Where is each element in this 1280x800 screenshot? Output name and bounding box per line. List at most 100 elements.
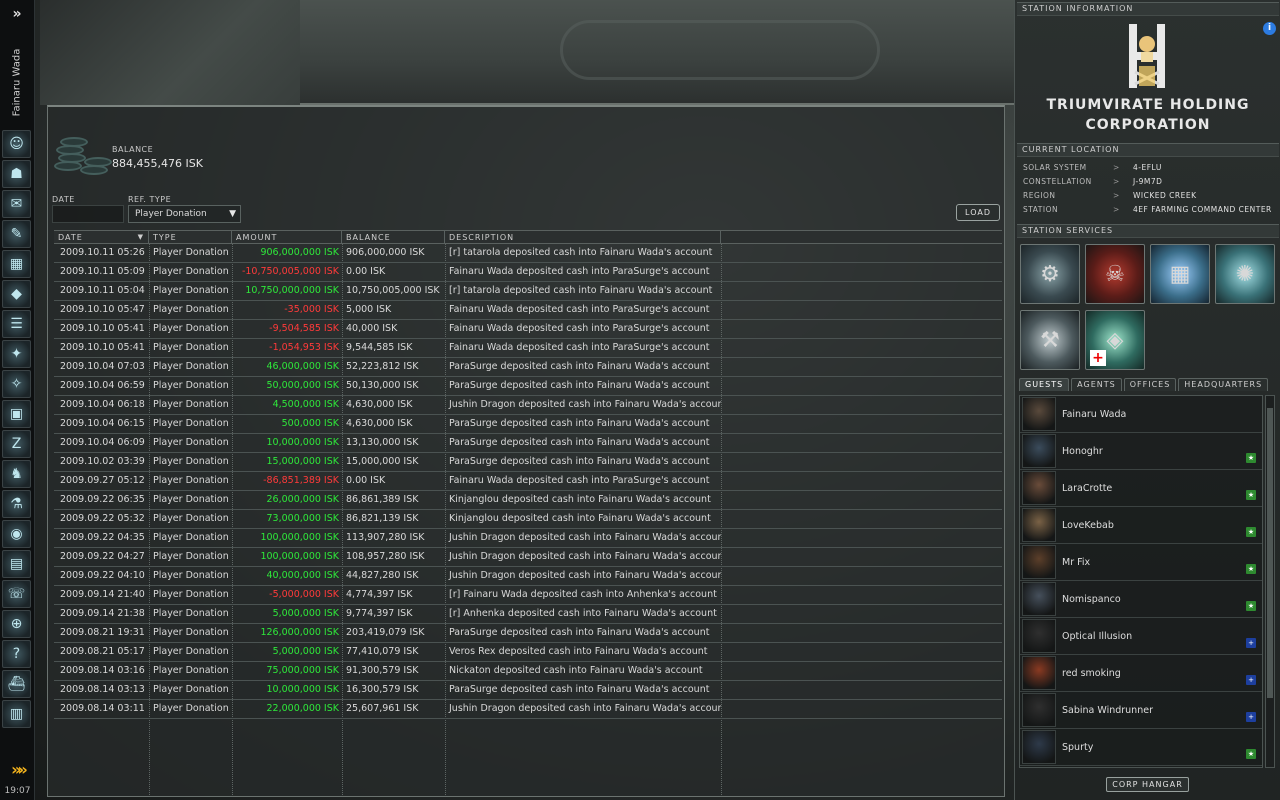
cell-amount: 500,000 ISK xyxy=(281,418,339,429)
reprocessing-service[interactable]: ✺ xyxy=(1215,244,1275,304)
table-row[interactable]: 2009.10.10 05:41 Player Donation -9,504,58… xyxy=(54,320,1002,339)
repair-shop-service[interactable]: ⚙ xyxy=(1020,244,1080,304)
assets-icon[interactable]: ▦ xyxy=(2,250,31,278)
table-row[interactable]: 2009.09.27 05:12 Player Donation -86,851,3… xyxy=(54,472,1002,491)
guest-row[interactable]: Nomispanco ★ xyxy=(1020,581,1262,618)
people-places-icon[interactable]: ☗ xyxy=(2,160,31,188)
location-value[interactable]: 4-EFLU xyxy=(1133,163,1162,177)
avatar[interactable] xyxy=(1022,397,1056,431)
location-value[interactable]: 4EF FARMING COMMAND CENTER xyxy=(1133,205,1272,219)
table-row[interactable]: 2009.09.14 21:38 Player Donation 5,000,000… xyxy=(54,605,1002,624)
medical-service[interactable]: ◈ + xyxy=(1085,310,1145,370)
table-row[interactable]: 2009.10.04 06:59 Player Donation 50,000,00… xyxy=(54,377,1002,396)
avatar[interactable] xyxy=(1022,619,1056,653)
table-row[interactable]: 2009.08.14 03:13 Player Donation 10,000,00… xyxy=(54,681,1002,700)
mail-icon[interactable]: ✉ xyxy=(2,190,31,218)
character-name-tab[interactable]: Fainaru Wada xyxy=(3,40,31,125)
guest-row[interactable]: Fainaru Wada xyxy=(1020,396,1262,433)
character-name: Fainaru Wada xyxy=(11,48,23,117)
location-value[interactable]: J-9M7D xyxy=(1133,177,1162,191)
table-row[interactable]: 2009.09.22 04:10 Player Donation 40,000,00… xyxy=(54,567,1002,586)
table-row[interactable]: 2009.08.21 19:31 Player Donation 126,000,0… xyxy=(54,624,1002,643)
table-row[interactable]: 2009.10.11 05:09 Player Donation -10,750,0… xyxy=(54,263,1002,282)
fitting-service[interactable]: ▦ xyxy=(1150,244,1210,304)
table-row[interactable]: 2009.10.04 06:18 Player Donation 4,500,000… xyxy=(54,396,1002,415)
notepad-icon[interactable]: ✎ xyxy=(2,220,31,248)
guest-row[interactable]: Honoghr ★ xyxy=(1020,433,1262,470)
info-icon[interactable]: i xyxy=(1263,22,1276,35)
table-row[interactable]: 2009.09.22 06:35 Player Donation 26,000,00… xyxy=(54,491,1002,510)
tab-guests[interactable]: GUESTS xyxy=(1019,378,1070,391)
skills-icon[interactable]: Z xyxy=(2,430,31,458)
guest-row[interactable]: Optical Illusion + xyxy=(1020,618,1262,655)
ref-type-select[interactable]: Player Donation ▼ xyxy=(128,205,241,223)
table-row[interactable]: 2009.09.22 04:27 Player Donation 100,000,0… xyxy=(54,548,1002,567)
guest-row[interactable]: Sabina Windrunner + xyxy=(1020,692,1262,729)
guest-row[interactable]: red smoking + xyxy=(1020,655,1262,692)
table-row[interactable]: 2009.08.14 03:16 Player Donation 75,000,00… xyxy=(54,662,1002,681)
ship-hangar-icon[interactable]: ⛴ xyxy=(2,670,31,698)
guest-row[interactable]: Spurty ★ xyxy=(1020,729,1262,766)
cloning-service[interactable]: ⚒ xyxy=(1020,310,1080,370)
avatar[interactable] xyxy=(1022,434,1056,468)
map-icon[interactable]: ✦ xyxy=(2,340,31,368)
corp-hangar-button[interactable]: CORP HANGAR xyxy=(1106,777,1189,792)
date-filter-input[interactable] xyxy=(52,205,124,223)
avatar[interactable] xyxy=(1022,656,1056,690)
table-row[interactable]: 2009.10.11 05:26 Player Donation 906,000,0… xyxy=(54,244,1002,263)
table-row[interactable]: 2009.10.02 03:39 Player Donation 15,000,00… xyxy=(54,453,1002,472)
avatar[interactable] xyxy=(1022,730,1056,764)
table-row[interactable]: 2009.10.10 05:41 Player Donation -1,054,95… xyxy=(54,339,1002,358)
scroll-thumb[interactable] xyxy=(1267,408,1273,698)
avatar[interactable] xyxy=(1022,693,1056,727)
tab-agents[interactable]: AGENTS xyxy=(1071,378,1122,391)
wallet-icon[interactable]: ◆ xyxy=(2,280,31,308)
load-button[interactable]: LOAD xyxy=(956,204,1000,221)
table-row[interactable]: 2009.10.11 05:04 Player Donation 10,750,00… xyxy=(54,282,1002,301)
table-row[interactable]: 2009.09.22 05:32 Player Donation 73,000,00… xyxy=(54,510,1002,529)
neocom-collapse-button[interactable]: » xyxy=(0,0,34,28)
avatar[interactable] xyxy=(1022,508,1056,542)
column-header-description[interactable]: DESCRIPTION xyxy=(445,231,721,243)
table-row[interactable]: 2009.08.14 03:11 Player Donation 22,000,00… xyxy=(54,700,1002,719)
table-row[interactable]: 2009.08.21 05:17 Player Donation 5,000,000… xyxy=(54,643,1002,662)
market-icon[interactable]: ▣ xyxy=(2,400,31,428)
tab-headquarters[interactable]: HEADQUARTERS xyxy=(1178,378,1269,391)
avatar[interactable] xyxy=(1022,545,1056,579)
table-row[interactable]: 2009.10.04 07:03 Player Donation 46,000,00… xyxy=(54,358,1002,377)
table-row[interactable]: 2009.10.04 06:15 Player Donation 500,000 I… xyxy=(54,415,1002,434)
science-icon[interactable]: ⚗ xyxy=(2,490,31,518)
table-row[interactable]: 2009.09.22 04:35 Player Donation 100,000,0… xyxy=(54,529,1002,548)
help-icon[interactable]: ? xyxy=(2,640,31,668)
column-header-balance[interactable]: BALANCE xyxy=(342,231,445,243)
character-sheet-icon[interactable]: ☺ xyxy=(2,130,31,158)
cell-type: Player Donation xyxy=(153,456,229,467)
browser-icon[interactable]: ⊕ xyxy=(2,610,31,638)
fitting-icon[interactable]: ♞ xyxy=(2,460,31,488)
guest-list-scrollbar[interactable] xyxy=(1265,395,1275,768)
table-row[interactable]: 2009.09.14 21:40 Player Donation -5,000,00… xyxy=(54,586,1002,605)
column-header-amount[interactable]: AMOUNT xyxy=(232,231,342,243)
contracts-icon[interactable]: ▤ xyxy=(2,550,31,578)
guest-row[interactable]: Mr Fix ★ xyxy=(1020,544,1262,581)
cell-balance: 25,607,961 ISK xyxy=(346,703,419,714)
column-header-type[interactable]: TYPE xyxy=(149,231,232,243)
corporation-icon[interactable]: ◉ xyxy=(2,520,31,548)
avatar[interactable] xyxy=(1022,582,1056,616)
tab-offices[interactable]: OFFICES xyxy=(1123,378,1177,391)
item-hangar-icon[interactable]: ▥ xyxy=(2,700,31,728)
journal-icon[interactable]: ☰ xyxy=(2,310,31,338)
starmap-icon[interactable]: ✧ xyxy=(2,370,31,398)
table-row[interactable]: 2009.10.04 06:09 Player Donation 10,000,00… xyxy=(54,434,1002,453)
guest-row[interactable]: LaraCrotte ★ xyxy=(1020,470,1262,507)
wallet-journal-panel: BALANCE 884,455,476 ISK DATE REF. TYPE P… xyxy=(47,105,1005,797)
column-header-date[interactable]: DATE ▼ xyxy=(54,231,149,243)
table-row[interactable]: 2009.10.10 05:47 Player Donation -35,000 I… xyxy=(54,301,1002,320)
clone-bay-service[interactable]: ☠ xyxy=(1085,244,1145,304)
chat-icon[interactable]: ☏ xyxy=(2,580,31,608)
avatar[interactable] xyxy=(1022,471,1056,505)
guest-row[interactable]: LoveKebab ★ xyxy=(1020,507,1262,544)
standing-star-icon: ★ xyxy=(1246,749,1256,759)
location-value[interactable]: WICKED CREEK xyxy=(1133,191,1197,205)
neocom-expand-arrows-icon[interactable]: »» xyxy=(3,758,32,780)
